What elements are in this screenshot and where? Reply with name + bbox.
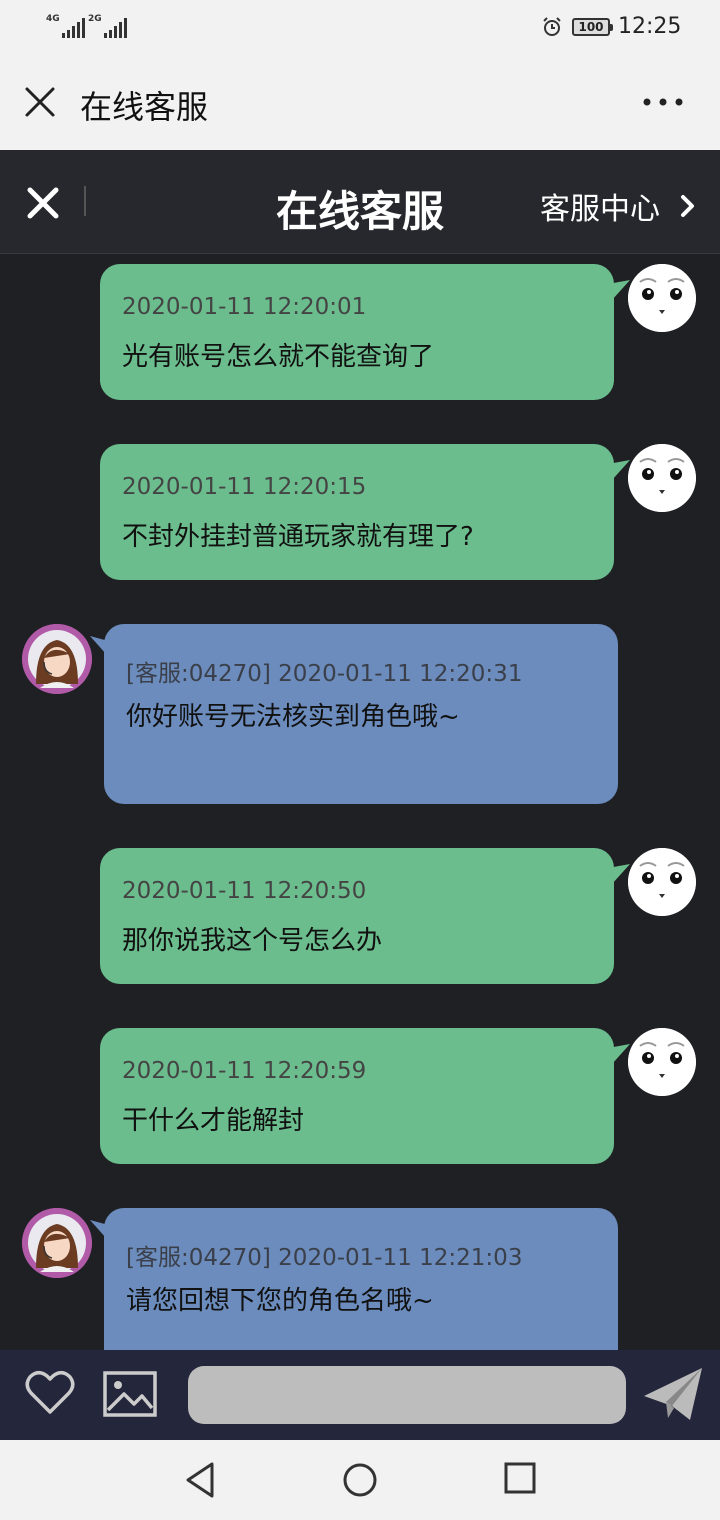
home-icon[interactable]: [340, 1460, 380, 1500]
sim2-label: 2G: [88, 14, 102, 24]
battery-icon: 100: [572, 18, 613, 36]
message-bubble-user: 2020-01-11 12:20:50 那你说我这个号怎么办: [100, 848, 614, 984]
message-text: 不封外挂封普通玩家就有理了?: [122, 522, 474, 552]
message-text: 干什么才能解封: [122, 1106, 305, 1136]
message-bubble-agent: [客服:04270] 2020-01-11 12:21:03 请您回想下您的角色…: [104, 1208, 618, 1350]
user-avatar[interactable]: [628, 444, 696, 512]
image-icon[interactable]: [102, 1370, 158, 1418]
recent-apps-icon[interactable]: [502, 1460, 538, 1496]
send-icon[interactable]: [642, 1366, 704, 1424]
app-header: 在线客服: [0, 56, 720, 150]
status-time: 12:25: [618, 14, 682, 39]
message-timestamp: 2020-01-11 12:20:01: [122, 294, 367, 320]
status-bar: 4G 2G 100 12:25: [0, 0, 720, 56]
user-avatar[interactable]: [628, 1028, 696, 1096]
message-text: 那你说我这个号怎么办: [122, 926, 383, 956]
more-options-icon[interactable]: [640, 96, 690, 108]
message-bubble-user: 2020-01-11 12:20:01 光有账号怎么就不能查询了: [100, 264, 614, 400]
user-avatar[interactable]: [628, 264, 696, 332]
agent-avatar[interactable]: [22, 1208, 92, 1278]
message-text: 请您回想下您的角色名哦~: [126, 1286, 434, 1316]
chevron-right-icon[interactable]: [680, 194, 696, 218]
message-bubble-user: 2020-01-11 12:20:15 不封外挂封普通玩家就有理了?: [100, 444, 614, 580]
message-timestamp: 2020-01-11 12:20:50: [122, 878, 367, 904]
chat-messages[interactable]: 2020-01-11 12:20:01 光有账号怎么就不能查询了 2020-01…: [0, 254, 720, 1350]
chat-header: 在线客服 客服中心: [0, 150, 720, 254]
page-title: 在线客服: [80, 88, 209, 126]
back-icon[interactable]: [182, 1460, 222, 1500]
service-center-link[interactable]: 客服中心: [540, 184, 660, 228]
close-icon[interactable]: [24, 86, 56, 118]
user-avatar[interactable]: [628, 848, 696, 916]
message-bubble-user: 2020-01-11 12:20:59 干什么才能解封: [100, 1028, 614, 1164]
message-text: 光有账号怎么就不能查询了: [122, 342, 435, 372]
message-timestamp: [客服:04270] 2020-01-11 12:20:31: [126, 661, 523, 687]
message-bubble-agent: [客服:04270] 2020-01-11 12:20:31 你好账号无法核实到…: [104, 624, 618, 804]
system-navigation-bar: [0, 1440, 720, 1520]
sim1-label: 4G: [46, 14, 60, 24]
message-timestamp: 2020-01-11 12:20:59: [122, 1058, 367, 1084]
message-text: 你好账号无法核实到角色哦~: [126, 702, 460, 732]
message-timestamp: [客服:04270] 2020-01-11 12:21:03: [126, 1245, 523, 1271]
alarm-icon: [543, 17, 561, 36]
agent-avatar[interactable]: [22, 624, 92, 694]
message-timestamp: 2020-01-11 12:20:15: [122, 474, 367, 500]
message-input-bar: [0, 1350, 720, 1440]
heart-icon[interactable]: [24, 1368, 76, 1418]
message-input[interactable]: [188, 1366, 626, 1424]
